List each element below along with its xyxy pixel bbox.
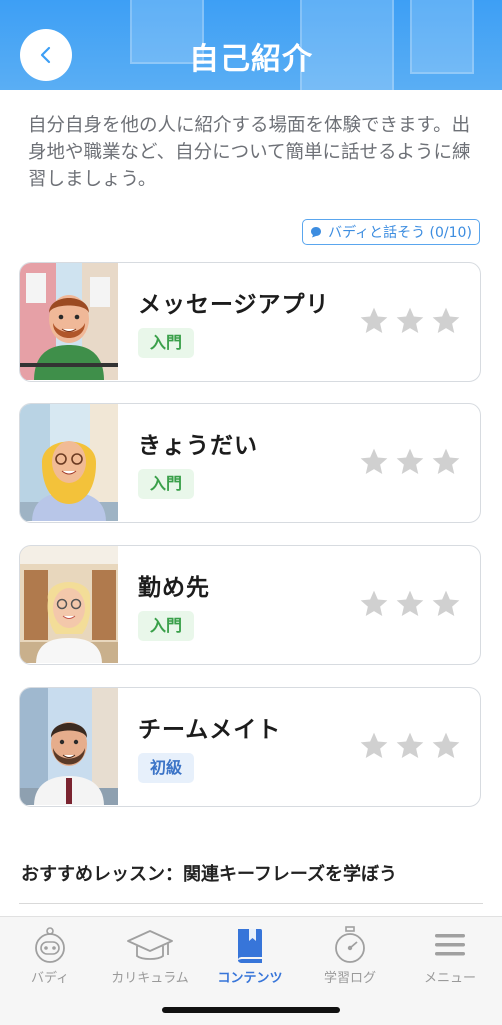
- level-badge: 初級: [138, 753, 195, 783]
- star-icon: [396, 590, 424, 616]
- lesson-card[interactable]: きょうだい 入門: [19, 403, 481, 523]
- graduation-cap-icon: [127, 930, 173, 960]
- star-icon: [360, 590, 388, 616]
- lesson-description: 自分自身を他の人に紹介する場面を体験できます。出身地や職業など、自分について簡単…: [28, 115, 471, 190]
- star-icon: [432, 448, 460, 474]
- lesson-avatar: [20, 688, 118, 805]
- page-title: 自己紹介: [189, 42, 313, 77]
- star-rating: [358, 730, 462, 762]
- star-icon: [396, 307, 424, 333]
- buddy-progress-label: バディと話そう (0/10): [328, 225, 472, 241]
- lesson-title: メッセージアプリ: [138, 292, 330, 318]
- lesson-card[interactable]: メッセージアプリ 入門: [19, 262, 481, 382]
- star-rating: [358, 446, 462, 478]
- menu-icon: [435, 934, 465, 956]
- star-icon: [396, 448, 424, 474]
- lesson-title: 勤め先: [138, 575, 210, 601]
- star-icon: [432, 732, 460, 758]
- star-icon: [360, 732, 388, 758]
- tab-label: カリキュラム: [111, 971, 189, 986]
- lesson-card[interactable]: 勤め先 入門: [19, 545, 481, 665]
- star-icon: [432, 307, 460, 333]
- tab-contents[interactable]: コンテンツ: [200, 923, 300, 986]
- tab-buddy[interactable]: バディ: [0, 923, 100, 986]
- tab-label: バディ: [30, 971, 70, 986]
- recommended-heading: おすすめレッスン：関連キーフレーズを学ぼう: [21, 864, 398, 885]
- chat-bubble-icon: [311, 227, 322, 238]
- level-badge: 入門: [138, 328, 195, 358]
- tab-label: 学習ログ: [323, 971, 376, 986]
- star-icon: [360, 448, 388, 474]
- stopwatch-icon: [335, 926, 365, 963]
- tab-label: コンテンツ: [217, 971, 283, 986]
- lesson-avatar: [20, 404, 118, 521]
- lesson-title: きょうだい: [138, 433, 258, 459]
- tab-menu[interactable]: メニュー: [400, 923, 500, 986]
- divider: [19, 903, 483, 904]
- tab-curriculum[interactable]: カリキュラム: [100, 923, 200, 986]
- level-badge: 入門: [138, 611, 195, 641]
- home-indicator: [162, 1007, 340, 1013]
- star-icon: [396, 732, 424, 758]
- lesson-avatar: [20, 263, 118, 380]
- level-badge: 入門: [138, 469, 195, 499]
- star-rating: [358, 305, 462, 337]
- star-rating: [358, 588, 462, 620]
- lesson-avatar: [20, 546, 118, 663]
- lesson-card[interactable]: チームメイト 初級: [19, 687, 481, 807]
- tab-label: メニュー: [423, 971, 476, 986]
- lesson-title: チームメイト: [138, 717, 282, 743]
- star-icon: [360, 307, 388, 333]
- book-icon: [238, 929, 262, 963]
- tab-study-log[interactable]: 学習ログ: [300, 923, 400, 986]
- star-icon: [432, 590, 460, 616]
- buddy-robot-icon: [35, 927, 65, 963]
- buddy-progress-badge[interactable]: バディと話そう (0/10): [302, 219, 480, 245]
- header: 自己紹介: [0, 0, 502, 90]
